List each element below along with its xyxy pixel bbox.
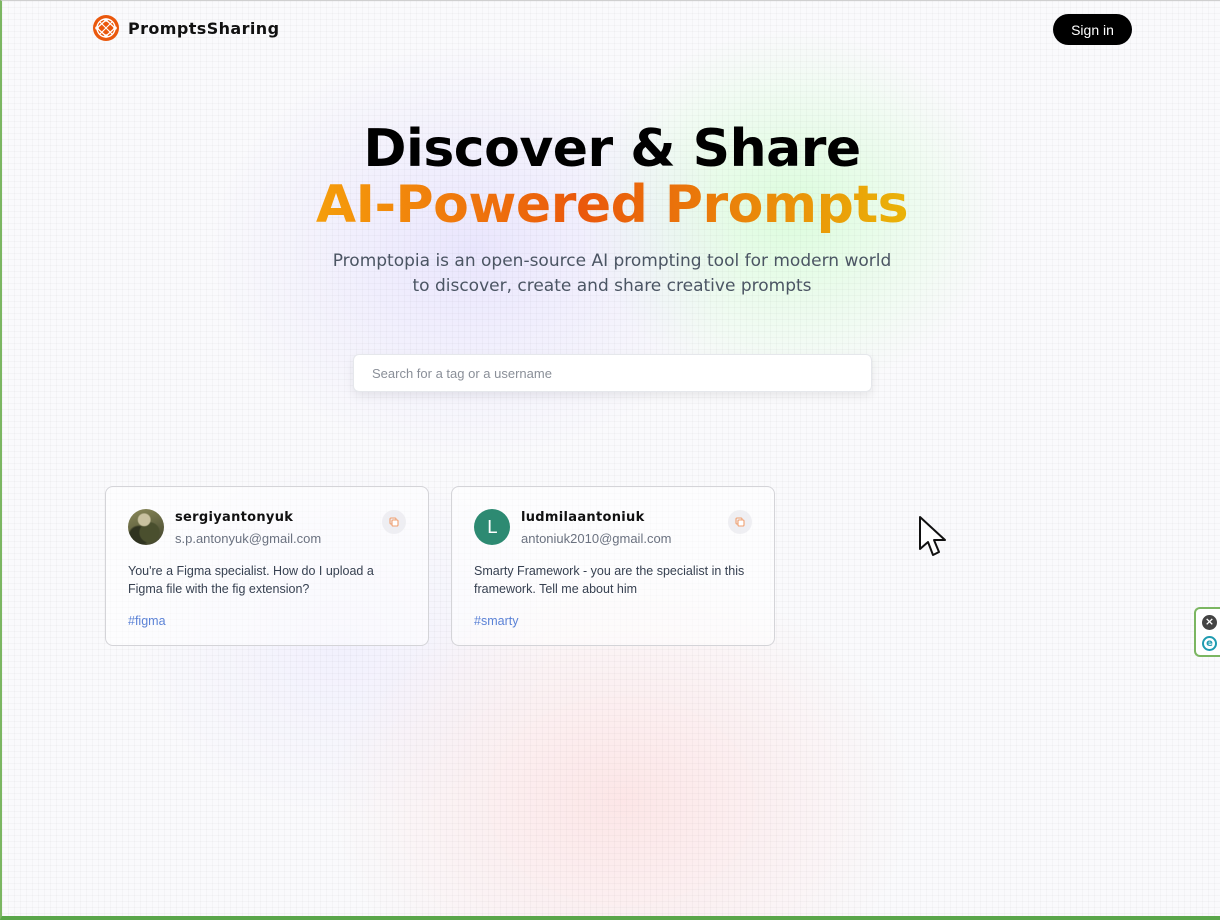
- prompt-tag[interactable]: #figma: [128, 614, 406, 628]
- avatar[interactable]: L: [474, 509, 510, 545]
- copy-icon: [389, 517, 399, 527]
- mouse-cursor-icon: [919, 516, 946, 556]
- navbar: PromptsSharing Sign in: [92, 14, 1132, 46]
- extension-side-widget: × e: [1194, 607, 1220, 657]
- email: s.p.antonyuk@gmail.com: [175, 531, 322, 546]
- globe-logo-icon: [93, 15, 119, 41]
- brand-name: PromptsSharing: [128, 18, 280, 38]
- browser-viewport: PromptsSharing Sign in Discover & Share …: [0, 0, 1220, 920]
- user-info: ludmilaantoniuk antoniuk2010@gmail.com: [521, 510, 672, 546]
- brand-logo[interactable]: PromptsSharing: [92, 14, 279, 42]
- prompt-tag[interactable]: #smarty: [474, 614, 752, 628]
- user-info: sergiyantonyuk s.p.antonyuk@gmail.com: [175, 510, 321, 546]
- username[interactable]: ludmilaantoniuk: [521, 510, 672, 525]
- hero-section: Discover & Share AI-Powered Prompts Prom…: [2, 121, 1220, 299]
- extension-e-icon[interactable]: e: [1202, 636, 1217, 651]
- hero-description: Promptopia is an open-source AI promptin…: [332, 251, 892, 296]
- username[interactable]: sergiyantonyuk: [175, 510, 321, 525]
- copy-button[interactable]: [728, 510, 752, 534]
- search-input[interactable]: [353, 354, 872, 392]
- copy-button[interactable]: [382, 510, 406, 534]
- sign-in-button[interactable]: Sign in: [1053, 14, 1132, 45]
- close-icon[interactable]: ×: [1202, 615, 1217, 630]
- prompt-card: sergiyantonyuk s.p.antonyuk@gmail.com Yo…: [105, 486, 429, 646]
- hero-title: Discover & Share AI-Powered Prompts: [2, 121, 1220, 233]
- prompt-text: Smarty Framework - you are the specialis…: [474, 564, 745, 596]
- prompt-text: You're a Figma specialist. How do I uplo…: [128, 564, 374, 596]
- hero-title-line2: AI-Powered Prompts: [315, 175, 909, 235]
- card-header[interactable]: L ludmilaantoniuk antoniuk2010@gmail.com: [474, 509, 752, 546]
- card-header[interactable]: sergiyantonyuk s.p.antonyuk@gmail.com: [128, 509, 406, 546]
- copy-icon: [735, 517, 745, 527]
- prompt-card: L ludmilaantoniuk antoniuk2010@gmail.com…: [451, 486, 775, 646]
- hero-title-line1: Discover & Share: [363, 119, 861, 179]
- email: antoniuk2010@gmail.com: [521, 531, 672, 546]
- avatar[interactable]: [128, 509, 164, 545]
